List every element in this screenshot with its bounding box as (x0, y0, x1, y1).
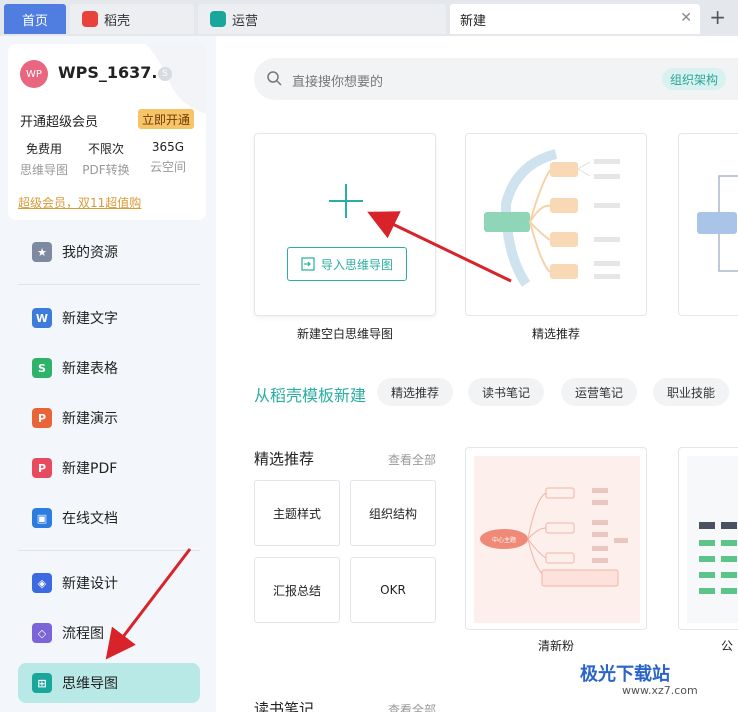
recommend-label: 精选推荐 (531, 327, 580, 341)
benefit-mindmap: 免费用 思维导图 (14, 140, 74, 178)
sidebar: WP WPS_1637... S 开通超级会员 立即开通 免费用 思维导图 不限… (0, 36, 216, 712)
nav-label: 新建表格 (62, 361, 118, 377)
import-icon (301, 257, 315, 271)
vip-text: 开通超级会员 (20, 115, 99, 130)
nav-my-resources[interactable]: ★ 我的资源 (18, 232, 200, 272)
center-topic: 中心主题 (492, 536, 516, 544)
featured-see-all-link[interactable]: 查看全部 (388, 451, 436, 468)
nav-new-design[interactable]: ◈ 新建设计 (18, 563, 200, 603)
nav-flowchart[interactable]: ◇ 流程图 (18, 613, 200, 653)
pdf-icon: P (32, 458, 52, 478)
thumb-label-partial: 公 (721, 639, 734, 653)
category-theme-style[interactable]: 主题样式 (254, 480, 340, 546)
nav-label: 思维导图 (62, 676, 118, 692)
recommend-template-card[interactable] (465, 133, 647, 316)
nav-new-slides[interactable]: P 新建演示 (18, 398, 200, 438)
search-icon (267, 71, 282, 86)
main-area: 直接搜你想要的 组织架构 导入思维导图 新建空白思维导图 精选推荐 从稻壳模板新… (216, 36, 738, 712)
divider (18, 284, 200, 285)
promo-link[interactable]: 超级会员，双11超值购 (18, 194, 141, 211)
tab-yunying-label: 运营 (232, 13, 259, 29)
template-card-partial[interactable] (678, 133, 738, 316)
tab-new-label: 新建 (460, 13, 487, 29)
category-okr[interactable]: OKR (350, 557, 436, 623)
tab-bar: 首页 稻壳 运营 新建 ✕ + (0, 0, 738, 36)
share-icon (210, 11, 226, 27)
nav-new-pdf[interactable]: P 新建PDF (18, 448, 200, 488)
category-org-structure[interactable]: 组织结构 (350, 480, 436, 546)
tab-home[interactable]: 首页 (4, 4, 66, 34)
nav-new-text[interactable]: W 新建文字 (18, 298, 200, 338)
online-doc-icon: ▣ (32, 508, 52, 528)
pill-ops-notes[interactable]: 运营笔记 (561, 378, 638, 406)
mindmap-preview (697, 175, 738, 272)
nav-new-sheet[interactable]: S 新建表格 (18, 348, 200, 388)
tab-daoke-label: 稻壳 (104, 13, 131, 29)
tab-daoke[interactable]: 稻壳 (70, 4, 194, 34)
benefit-cloud: 365G 云空间 (138, 140, 198, 175)
plus-icon[interactable] (329, 184, 363, 218)
nav-label: 新建演示 (62, 411, 118, 427)
nav-label: 我的资源 (62, 245, 118, 261)
template-section-title: 从稻壳模板新建 (254, 386, 367, 405)
sheet-icon: S (32, 358, 52, 378)
star-icon: ★ (32, 242, 52, 262)
org-chart-preview (687, 456, 738, 623)
benefit-top: 不限次 (87, 142, 124, 156)
template-thumb-org[interactable] (678, 447, 738, 630)
reading-notes-title: 读书笔记 (254, 700, 315, 712)
new-blank-label: 新建空白思维导图 (296, 327, 393, 341)
design-icon: ◈ (32, 573, 52, 593)
mindmap-icon: ⊞ (32, 673, 52, 693)
benefit-top: 免费用 (25, 142, 62, 156)
category-report[interactable]: 汇报总结 (254, 557, 340, 623)
pill-reading-notes[interactable]: 读书笔记 (468, 378, 545, 406)
vip-badge-icon: S (158, 67, 172, 81)
new-blank-mindmap-card[interactable]: 导入思维导图 (254, 133, 436, 316)
nav-label: 流程图 (62, 626, 104, 642)
thumb-label-qingxinfen: 清新粉 (537, 639, 574, 653)
daoke-icon (82, 11, 98, 27)
import-label: 导入思维导图 (320, 257, 393, 272)
reading-see-all-link[interactable]: 查看全部 (388, 701, 436, 712)
pill-featured[interactable]: 精选推荐 (377, 378, 454, 406)
nav-label: 新建PDF (62, 461, 118, 477)
flowchart-icon: ◇ (32, 623, 52, 643)
benefit-top: 365G (151, 140, 185, 154)
username[interactable]: WPS_1637... (58, 63, 170, 82)
tab-yunying[interactable]: 运营 (198, 4, 446, 34)
search-chip-org[interactable]: 组织架构 (662, 68, 727, 90)
nav-label: 在线文档 (62, 511, 118, 527)
benefit-bottom: PDF转换 (82, 163, 130, 177)
benefit-bottom: 思维导图 (19, 163, 68, 177)
pill-career-skills[interactable]: 职业技能 (653, 378, 730, 406)
divider (18, 550, 200, 551)
user-card: WP WPS_1637... S 开通超级会员 立即开通 免费用 思维导图 不限… (8, 44, 206, 220)
vip-open-button[interactable]: 立即开通 (138, 109, 194, 129)
nav-label: 新建文字 (62, 311, 118, 327)
featured-title: 精选推荐 (254, 450, 315, 468)
benefit-pdf: 不限次 PDF转换 (76, 140, 136, 178)
writer-icon: W (32, 308, 52, 328)
tab-new[interactable]: 新建 ✕ (450, 4, 700, 34)
benefit-bottom: 云空间 (149, 160, 186, 174)
search-bar[interactable]: 直接搜你想要的 组织架构 (254, 58, 738, 100)
watermark-url: www.xz7.com (622, 684, 698, 697)
watermark-logo: 极光下载站 (580, 664, 670, 685)
avatar[interactable]: WP (20, 60, 48, 88)
nav-online-doc[interactable]: ▣ 在线文档 (18, 498, 200, 538)
nav-mindmap[interactable]: ⊞ 思维导图 (18, 663, 200, 703)
close-icon[interactable]: ✕ (680, 10, 692, 26)
import-mindmap-button[interactable]: 导入思维导图 (287, 247, 407, 281)
add-tab-button[interactable]: + (709, 7, 726, 27)
nav-label: 新建设计 (62, 576, 118, 592)
presentation-icon: P (32, 408, 52, 428)
search-input[interactable]: 直接搜你想要的 (292, 71, 383, 90)
template-thumb-qingxinfen[interactable]: 中心主题 (465, 447, 647, 630)
pink-mindmap-preview: 中心主题 (474, 456, 640, 623)
mindmap-preview (484, 149, 620, 287)
